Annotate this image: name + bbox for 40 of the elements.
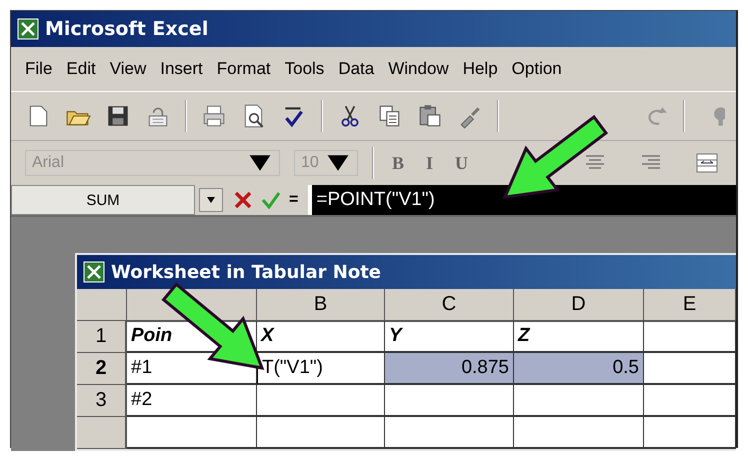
row-header[interactable]: 2	[77, 353, 127, 385]
window-title: Microsoft Excel	[45, 18, 208, 40]
menu-item[interactable]: Edit	[66, 57, 96, 81]
menu-item[interactable]: Data	[338, 57, 374, 81]
dropdown-caret-icon[interactable]	[206, 197, 216, 203]
menu-item[interactable]: Tools	[284, 57, 324, 81]
menu-item[interactable]: Insert	[160, 57, 203, 81]
insert-function-button[interactable]: =	[289, 191, 298, 209]
menu-item[interactable]: Option	[512, 57, 562, 81]
cancel-icon[interactable]	[233, 190, 253, 210]
column-header[interactable]: C	[385, 289, 514, 322]
format-button[interactable]: U	[451, 152, 472, 174]
menu-item[interactable]: Help	[462, 57, 498, 81]
table-cell: X	[257, 321, 385, 353]
name-box-dropdown[interactable]	[199, 188, 223, 212]
row-header[interactable]: 1	[77, 321, 127, 353]
format-button[interactable]: I	[422, 152, 438, 174]
row-header[interactable]: 3	[77, 385, 127, 417]
row-header[interactable]	[77, 417, 127, 449]
formula-field[interactable]: =POINT("V1")	[308, 185, 736, 215]
printer-icon[interactable]	[201, 103, 227, 129]
menu-item[interactable]: Format	[216, 57, 271, 81]
clipboard-icon[interactable]	[417, 103, 443, 129]
table-cell: #2	[127, 385, 257, 417]
check-icon[interactable]	[261, 190, 281, 210]
column-header[interactable]: E	[644, 289, 736, 322]
merge-cells-icon[interactable]	[694, 151, 720, 175]
column-header[interactable]: B	[257, 289, 385, 322]
menu-item[interactable]: View	[110, 57, 146, 81]
menu-item[interactable]: File	[25, 57, 52, 81]
worksheet-title: Worksheet in Tabular Note	[111, 262, 381, 282]
menu-item[interactable]: Window	[388, 57, 449, 81]
select-all-corner[interactable]	[77, 289, 127, 322]
table-cell: 0.875	[385, 353, 514, 385]
column-header[interactable]: D	[514, 289, 644, 322]
name-box[interactable]: SUM	[11, 185, 195, 215]
spreadsheet-icon	[17, 18, 39, 40]
table-cell: 0.5	[514, 353, 644, 385]
spreadsheet-icon	[83, 261, 105, 283]
format-button[interactable]: B	[388, 152, 408, 174]
